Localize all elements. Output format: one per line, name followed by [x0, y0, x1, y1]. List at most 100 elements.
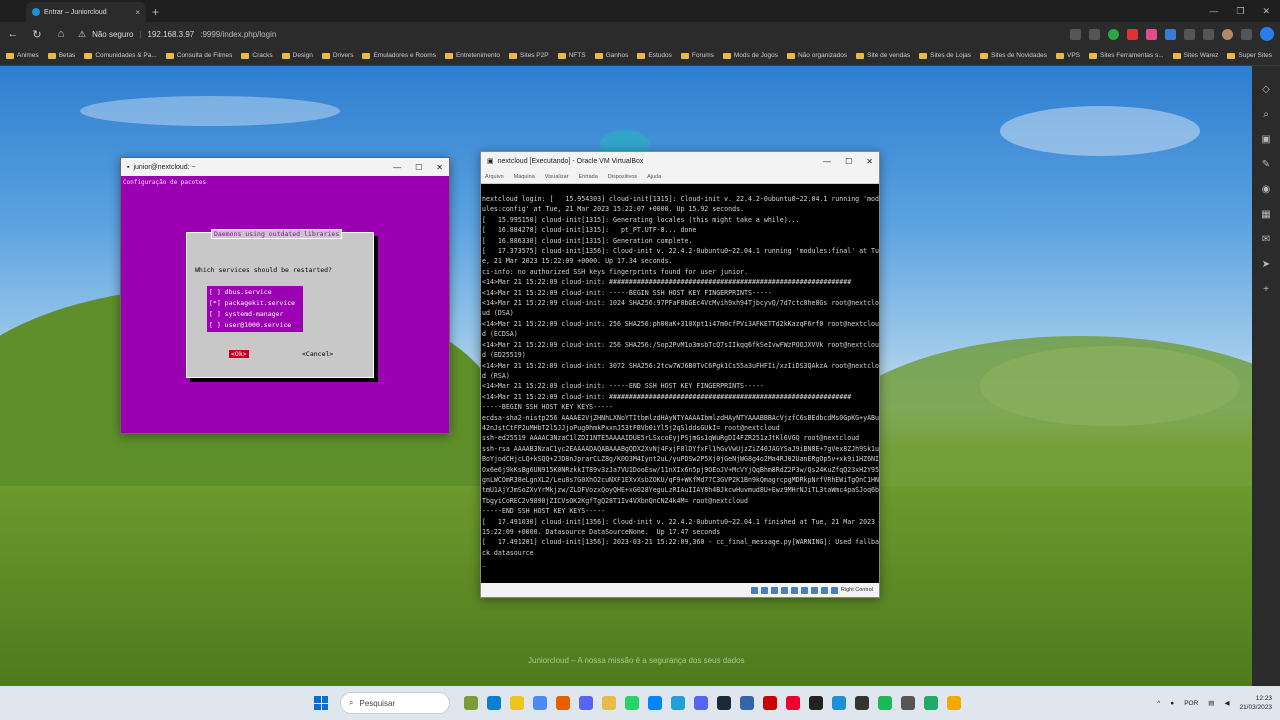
- taskbar-search[interactable]: ⌕ Pesquisar: [340, 692, 450, 714]
- bookmark-folder[interactable]: Estudos: [637, 52, 672, 59]
- volume-icon[interactable]: ◀: [1224, 699, 1229, 707]
- bing-copilot-icon[interactable]: [1260, 27, 1274, 41]
- bookmark-folder[interactable]: Sites P2P: [509, 52, 549, 59]
- sidebar-add-icon[interactable]: +: [1263, 284, 1269, 295]
- language-indicator[interactable]: POR: [1184, 700, 1198, 707]
- messenger-icon[interactable]: [648, 696, 662, 710]
- sidebar-send-icon[interactable]: ➤: [1262, 259, 1270, 270]
- discord-alt-icon[interactable]: [694, 696, 708, 710]
- service-option[interactable]: [ ] user@1000.service: [207, 320, 303, 331]
- chrome-profile-icon[interactable]: [533, 696, 547, 710]
- bookmark-folder[interactable]: Entretenimento: [444, 52, 500, 59]
- bookmark-folder[interactable]: Sites Ferramentas s...: [1089, 52, 1164, 59]
- bookmark-folder[interactable]: VPS: [1056, 52, 1080, 59]
- extension-pink-icon[interactable]: [1146, 28, 1157, 40]
- bookmark-folder[interactable]: Animes: [6, 52, 39, 59]
- network-status-icon[interactable]: [780, 586, 788, 594]
- vbox-close-button[interactable]: ✕: [866, 157, 873, 166]
- app-red-icon[interactable]: [786, 696, 800, 710]
- extension-red-icon[interactable]: [1127, 28, 1138, 40]
- bookmark-folder[interactable]: Forums: [680, 52, 714, 59]
- windows-start-icon[interactable]: [314, 696, 328, 710]
- new-tab-button[interactable]: +: [152, 5, 159, 22]
- url-field[interactable]: ⚠ Não seguro | 192.168.3.97:9999/index.p…: [78, 29, 276, 40]
- notepad-icon[interactable]: [855, 696, 869, 710]
- cancel-button[interactable]: <Cancel>: [302, 350, 333, 358]
- edge-icon[interactable]: [487, 696, 501, 710]
- extension-blue-icon[interactable]: [1165, 28, 1176, 40]
- minimize-button[interactable]: —: [1209, 6, 1218, 17]
- whatsapp-icon[interactable]: [625, 696, 639, 710]
- bookmark-folder[interactable]: Sites Warez: [1172, 52, 1218, 59]
- vbox-maximize-button[interactable]: ☐: [845, 157, 852, 166]
- app-yellow-icon[interactable]: [947, 696, 961, 710]
- bookmark-folder[interactable]: Mods de Jogos: [722, 52, 778, 59]
- sidebar-search-icon[interactable]: ⌕: [1263, 109, 1269, 120]
- vbox-menu-item[interactable]: Visualizar: [545, 174, 569, 180]
- calculator-icon[interactable]: [901, 696, 915, 710]
- extensions-puzzle-icon[interactable]: [1184, 28, 1195, 40]
- refresh-icon[interactable]: ↻: [30, 28, 44, 41]
- terminal-window[interactable]: ▪ junior@nextcloud: ~ — ☐ ✕ Configuração…: [120, 157, 450, 434]
- vm-console-output[interactable]: nextcloud login: [ 15.954303] cloud-init…: [481, 184, 879, 584]
- usb-status-icon[interactable]: [790, 586, 798, 594]
- steam-icon[interactable]: [717, 696, 731, 710]
- terminal-taskbar-icon[interactable]: [809, 696, 823, 710]
- terminal-minimize-button[interactable]: —: [393, 163, 401, 172]
- sidebar-tag-icon[interactable]: ◇: [1262, 84, 1270, 95]
- terminal-maximize-button[interactable]: ☐: [415, 163, 422, 172]
- bookmark-folder[interactable]: NFTS: [557, 52, 586, 59]
- bookmark-folder[interactable]: Betas: [47, 52, 75, 59]
- vbox-menu-item[interactable]: Arquivo: [485, 174, 504, 180]
- shared-folder-icon[interactable]: [800, 586, 808, 594]
- sidebar-shopping-icon[interactable]: ▣: [1261, 134, 1270, 145]
- sidebar-tools-icon[interactable]: ✎: [1262, 159, 1270, 170]
- virtualbox-window[interactable]: ▣ nextcloud [Executando] - Oracle VM Vir…: [480, 151, 880, 598]
- audio-status-icon[interactable]: [770, 586, 778, 594]
- favorite-star-icon[interactable]: [1089, 28, 1100, 40]
- bookmark-folder[interactable]: Design: [281, 52, 313, 59]
- terminal-close-button[interactable]: ✕: [436, 163, 443, 172]
- bookmark-folder[interactable]: Comunidades & Pa...: [84, 52, 157, 59]
- display-status-icon[interactable]: [810, 586, 818, 594]
- more-menu-icon[interactable]: [1241, 28, 1252, 40]
- outlook-icon[interactable]: [832, 696, 846, 710]
- spotify-icon[interactable]: [878, 696, 892, 710]
- service-option[interactable]: [*] packagekit.service: [207, 298, 303, 309]
- tab-entrar[interactable]: Entrar – Juniorcloud ×: [26, 2, 146, 22]
- vbox-menu-item[interactable]: Entrada: [579, 174, 598, 180]
- sidebar-outlook-icon[interactable]: ✉: [1262, 234, 1270, 245]
- vbox-minimize-button[interactable]: —: [823, 157, 831, 166]
- discord-icon[interactable]: [579, 696, 593, 710]
- optical-status-icon[interactable]: [760, 586, 768, 594]
- mouse-status-icon[interactable]: [820, 586, 828, 594]
- app-green-icon[interactable]: [924, 696, 938, 710]
- anydesk-icon[interactable]: [763, 696, 777, 710]
- vbox-menu-item[interactable]: Ajuda: [647, 174, 661, 180]
- tab-close-icon[interactable]: ×: [135, 8, 140, 17]
- bookmark-folder[interactable]: Emuladores e Rooms: [362, 52, 436, 59]
- firefox-icon[interactable]: [556, 696, 570, 710]
- tray-overflow-icon[interactable]: ^: [1157, 700, 1160, 707]
- terminal-titlebar[interactable]: ▪ junior@nextcloud: ~ — ☐ ✕: [121, 158, 449, 176]
- back-icon[interactable]: ←: [6, 28, 20, 40]
- bookmark-folder[interactable]: Não organizados: [786, 52, 847, 59]
- profile-avatar[interactable]: [1222, 28, 1233, 40]
- bookmark-folder[interactable]: Cracks: [241, 52, 273, 59]
- bookmark-folder[interactable]: Super Sites: [1227, 52, 1272, 59]
- home-icon[interactable]: ⌂: [54, 28, 68, 40]
- keyboard-status-icon[interactable]: [830, 586, 838, 594]
- close-button[interactable]: ✕: [1262, 6, 1270, 17]
- file-explorer-icon[interactable]: [602, 696, 616, 710]
- service-option[interactable]: [ ] systemd-manager: [207, 309, 303, 320]
- vbox-menu-item[interactable]: Máquina: [514, 174, 535, 180]
- extension-green-icon[interactable]: [1108, 28, 1119, 40]
- clock[interactable]: 12:23 21/03/2023: [1239, 694, 1272, 712]
- virtualbox-taskbar-icon[interactable]: [740, 696, 754, 710]
- bookmark-folder[interactable]: Drivers: [321, 52, 353, 59]
- hdd-status-icon[interactable]: [750, 586, 758, 594]
- service-option[interactable]: [ ] dbus.service: [207, 287, 303, 298]
- restore-button[interactable]: ❐: [1236, 6, 1244, 17]
- mic-icon[interactable]: ●: [1170, 700, 1174, 707]
- bookmark-folder[interactable]: Consulta de Filmes: [165, 52, 232, 59]
